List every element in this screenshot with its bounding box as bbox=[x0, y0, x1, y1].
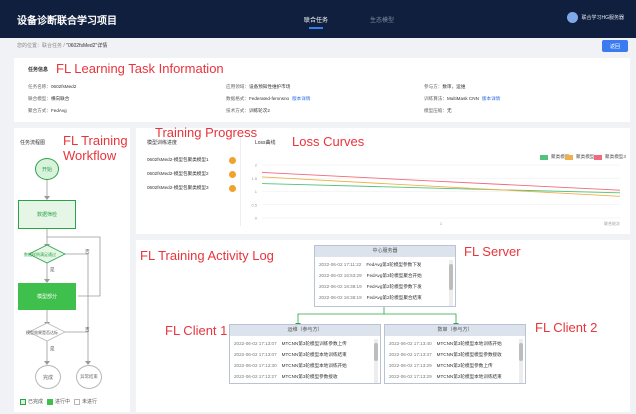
annotation-activity-log: FL Training Activity Log bbox=[140, 248, 274, 263]
client1-log-row-1: 2022-06-02 17:13:07 MTCNN第3轮模型训练参数上传 bbox=[234, 341, 347, 346]
client1-log-title: 运维（参与方） bbox=[230, 325, 380, 336]
server-log-panel: 中心服务器 2022-06-02 17:11:22 FedAvg第3轮模型参数下发… bbox=[314, 245, 456, 307]
loss-series-2-line bbox=[261, 176, 621, 197]
loss-y-tick: 1.5 bbox=[251, 176, 257, 181]
loss-y-tick: 1 bbox=[255, 189, 258, 194]
annotation-server: FL Server bbox=[464, 244, 521, 259]
client1-log-row-2: 2022-06-02 17:13:07 MTCNN第3轮模型本地训练结束 bbox=[234, 352, 347, 357]
client2-log-title: 数审（参与方） bbox=[385, 325, 525, 336]
annotation-client-2: FL Client 2 bbox=[535, 320, 598, 335]
client2-log-row-2: 2022-06-02 17:13:37 MTCNN第3轮模型模型参数接收 bbox=[389, 352, 502, 357]
client2-log-panel: 数审（参与方） 2022-06-02 17:13:40 MTCNN第3轮模型本地训… bbox=[384, 324, 526, 384]
loss-series-3-line bbox=[261, 171, 621, 191]
client2-log-row-1: 2022-06-02 17:13:40 MTCNN第3轮模型本地训练开始 bbox=[389, 341, 502, 346]
loss-x-tick: 1 bbox=[440, 221, 443, 226]
loss-y-tick: 2 bbox=[255, 163, 258, 168]
client2-log-row-3: 2022-06-02 17:13:29 MTCNN第2轮模型参数上传 bbox=[389, 363, 493, 368]
loss-y-tick: 0.5 bbox=[251, 202, 257, 207]
server-log-scrollbar[interactable] bbox=[449, 260, 453, 306]
loss-x-axis-end-label: 联合轮次 bbox=[604, 220, 620, 226]
server-log-title: 中心服务器 bbox=[315, 246, 455, 257]
server-log-row-2: 2022-06-02 16:53:29 FedAvg第3轮模型聚合开始 bbox=[319, 273, 422, 278]
client2-log-row-4: 2022-06-02 17:13:29 MTCNN第2轮模型本地训练结束 bbox=[389, 374, 502, 379]
client1-log-row-3: 2022-06-02 17:12:30 MTCNN第3轮模型本地训练开始 bbox=[234, 363, 347, 368]
server-log-row-3: 2022-06-02 16:38:19 FedAvg第2轮模型参数下发 bbox=[319, 284, 422, 289]
annotation-client-1: FL Client 1 bbox=[165, 323, 228, 338]
client1-log-panel: 运维（参与方） 2022-06-02 17:13:07 MTCNN第3轮模型训练参… bbox=[229, 324, 381, 384]
client1-log-scrollbar[interactable] bbox=[374, 339, 378, 383]
server-log-row-4: 2022-06-02 16:36:19 FedAvg第2轮模型聚合结束 bbox=[319, 295, 422, 300]
client1-log-row-4: 2022-06-02 17:12:27 MTCNN第3轮模型参数接收 bbox=[234, 374, 338, 379]
client2-log-scrollbar[interactable] bbox=[519, 339, 523, 383]
loss-y-tick: 0 bbox=[255, 216, 258, 221]
server-log-row-1: 2022-06-02 17:11:22 FedAvg第3轮模型参数下发 bbox=[319, 262, 422, 267]
